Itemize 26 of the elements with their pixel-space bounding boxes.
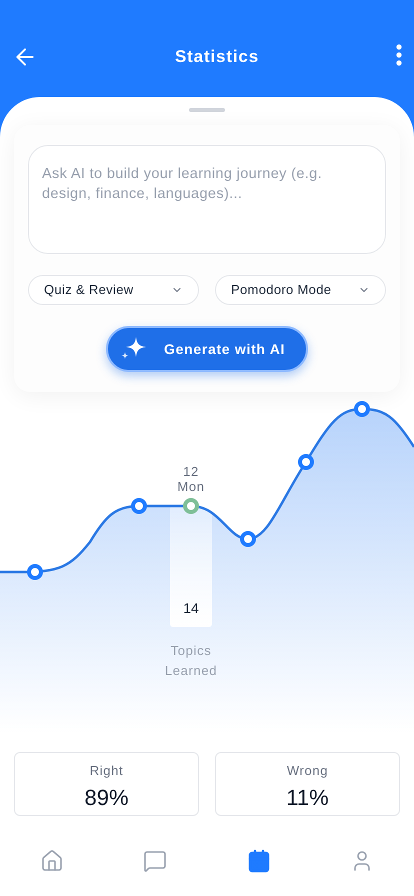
data-point[interactable] — [354, 401, 370, 417]
data-point[interactable] — [240, 531, 256, 547]
data-point[interactable] — [27, 564, 43, 580]
generate-button[interactable]: Generate with AI — [106, 326, 308, 372]
more-button[interactable] — [396, 44, 402, 66]
chart-caption: Learned — [164, 662, 218, 680]
stat-value: 89% — [84, 784, 129, 812]
more-icon — [396, 44, 402, 66]
day-name: Mon — [177, 479, 205, 494]
day-number: 12 — [183, 464, 199, 479]
home-icon — [40, 849, 64, 873]
dropdown[interactable]: Pomodoro Mode — [215, 275, 386, 305]
screen-title: Statistics — [174, 46, 260, 68]
tooltip-value: 14 — [182, 599, 200, 618]
data-point[interactable] — [131, 498, 147, 514]
dropdown[interactable]: Quiz & Review — [28, 275, 199, 305]
calendar-icon — [246, 849, 271, 873]
stat-value: 11% — [286, 784, 329, 812]
chart-caption: Topics — [170, 642, 212, 660]
stat-label: Wrong — [286, 762, 328, 780]
stat-label: Right — [90, 762, 124, 780]
data-point[interactable] — [298, 454, 314, 470]
selected-data-point[interactable] — [183, 498, 199, 514]
prompt-field[interactable]: Ask AI to build your learning journey (e.g. design, finance, languages)... — [28, 145, 386, 254]
drag-handle — [189, 108, 225, 112]
chat-icon — [143, 849, 168, 873]
